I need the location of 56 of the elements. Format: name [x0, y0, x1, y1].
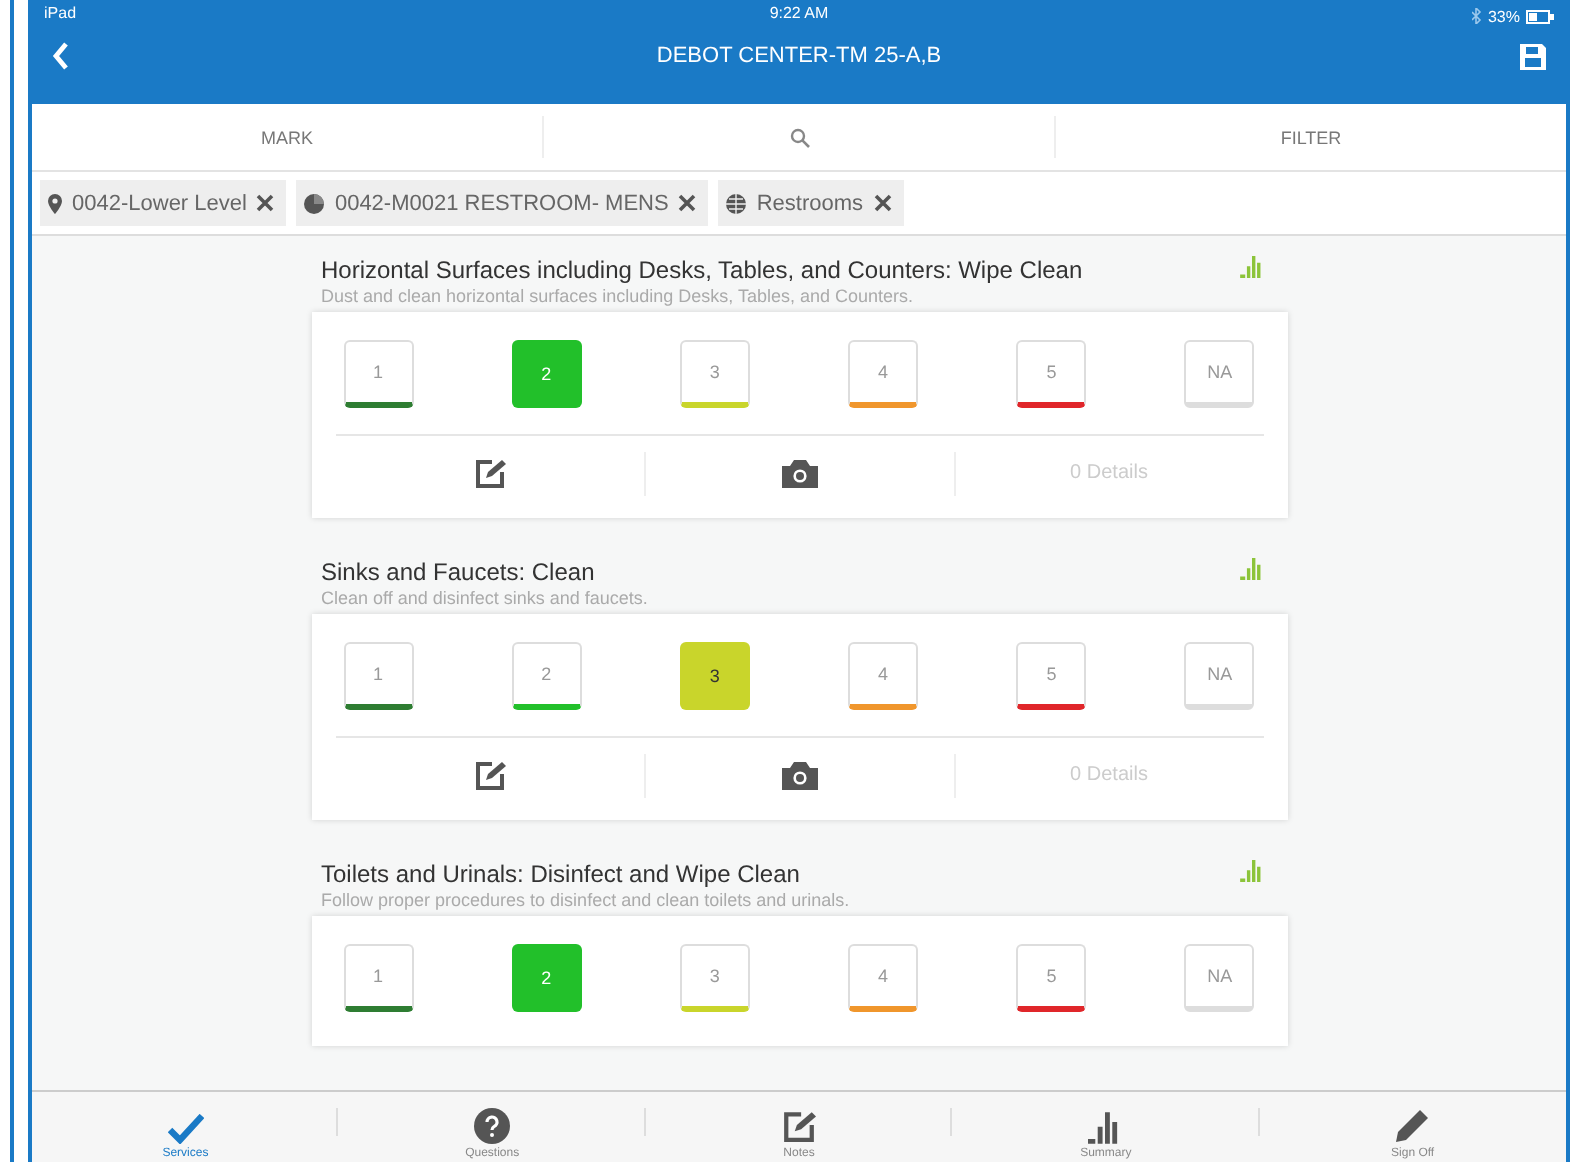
service-description: Follow proper procedures to disinfect and clean toilets and urinals.: [321, 890, 850, 910]
status-time: 9:22 AM: [769, 4, 829, 22]
rating-button[interactable]: 1: [343, 340, 413, 408]
location-pin-icon: [48, 193, 62, 213]
service-title: Horizontal Surfaces including Desks, Tables, and Counters: Wipe Clean: [321, 256, 1083, 284]
search-icon[interactable]: [789, 127, 809, 147]
bar-chart-icon: [1088, 1112, 1123, 1144]
camera-icon[interactable]: [781, 761, 817, 789]
filter-chip[interactable]: Restrooms: [718, 180, 904, 226]
rating-button[interactable]: 1: [343, 642, 413, 710]
device-label: iPad: [44, 4, 77, 26]
back-icon[interactable]: [52, 42, 70, 70]
rating-button[interactable]: 2: [511, 642, 582, 710]
service-description: Clean off and disinfect sinks and faucets.: [321, 588, 648, 608]
chip-label: Restrooms: [756, 191, 864, 215]
edit-icon[interactable]: [473, 759, 505, 791]
rating-button[interactable]: 5: [1016, 642, 1087, 710]
filter-button[interactable]: FILTER: [1272, 123, 1350, 151]
rating-button[interactable]: 3: [679, 944, 750, 1012]
edit-icon: [782, 1110, 817, 1144]
header-title: DEBOT CENTER-TM 25-A,B: [656, 44, 942, 68]
rating-button[interactable]: NA: [1184, 340, 1255, 408]
rating-button[interactable]: 5: [1016, 340, 1087, 408]
rating-button[interactable]: 5: [1016, 944, 1087, 1012]
rating-button[interactable]: 4: [848, 642, 919, 710]
help-icon: [474, 1108, 511, 1144]
globe-icon: [726, 193, 747, 213]
rating-button[interactable]: 1: [343, 944, 413, 1012]
camera-icon[interactable]: [781, 459, 817, 487]
rating-button[interactable]: NA: [1184, 642, 1255, 710]
battery-icon: [1526, 9, 1554, 23]
bluetooth-icon: [1471, 8, 1482, 24]
battery-percentage: 33%: [1487, 7, 1520, 25]
filter-chip[interactable]: 0042-M0021 RESTROOM- MENS: [296, 180, 709, 226]
checkmark-icon: [167, 1114, 204, 1144]
edit-icon[interactable]: [473, 457, 505, 489]
rating-button[interactable]: 4: [848, 340, 919, 408]
close-icon[interactable]: [256, 194, 275, 212]
service-title: Sinks and Faucets: Clean: [321, 558, 597, 586]
rating-button[interactable]: 3: [679, 340, 750, 408]
chip-label: 0042-Lower Level: [72, 191, 247, 215]
save-icon[interactable]: [1520, 43, 1546, 69]
filter-chip[interactable]: 0042-Lower Level: [40, 180, 287, 226]
rating-button[interactable]: 2: [511, 944, 582, 1012]
service-description: Dust and clean horizontal surfaces including Desks, Tables, and Counters.: [321, 286, 915, 306]
rating-button[interactable]: 3: [679, 642, 750, 710]
chip-label: 0042-M0021 RESTROOM- MENS: [334, 191, 669, 215]
close-icon[interactable]: [678, 194, 697, 212]
service-title: Toilets and Urinals: Disinfect and Wipe Clean: [321, 860, 802, 888]
pie-icon: [304, 193, 325, 213]
pencil-icon: [1394, 1108, 1431, 1144]
rating-button[interactable]: NA: [1184, 944, 1255, 1012]
rating-button[interactable]: 4: [848, 944, 919, 1012]
mark-button[interactable]: MARK: [252, 123, 321, 151]
close-icon[interactable]: [873, 194, 892, 212]
rating-button[interactable]: 2: [511, 340, 582, 408]
